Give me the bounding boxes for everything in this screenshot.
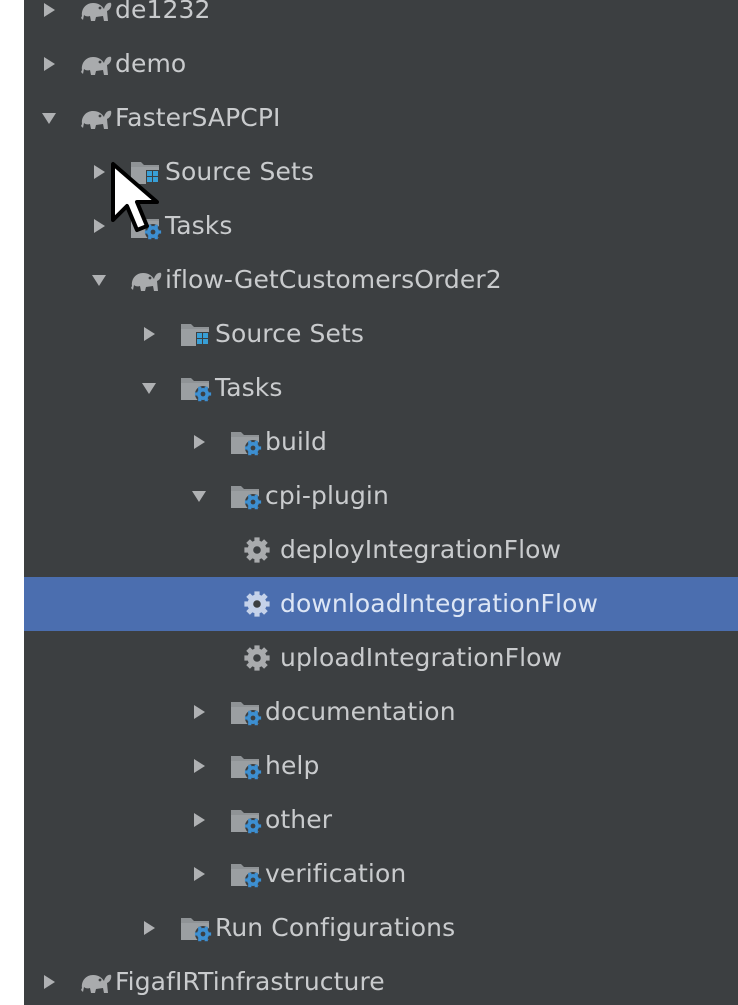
tree-node-label: deployIntegrationFlow [280, 535, 562, 564]
tree-node[interactable]: help [24, 739, 738, 793]
task-item[interactable]: uploadIntegrationFlow [24, 631, 738, 685]
tree-node-label: help [265, 751, 320, 780]
gear-icon [242, 534, 272, 566]
tree-node-label: downloadIntegrationFlow [280, 589, 599, 618]
chevron-down-icon[interactable] [88, 253, 110, 307]
tree-node[interactable]: demo [24, 37, 738, 91]
tasks-folder-icon [229, 858, 263, 890]
tree-node-label: Source Sets [215, 319, 364, 348]
tree-node[interactable]: verification [24, 847, 738, 901]
chevron-right-icon[interactable] [38, 37, 60, 91]
tree-node[interactable]: Tasks [24, 199, 738, 253]
tasks-folder-icon [229, 696, 263, 728]
tasks-folder-icon [229, 750, 263, 782]
tree-node-label: Tasks [215, 373, 283, 402]
task-item[interactable]: deployIntegrationFlow [24, 523, 738, 577]
gradle-tool-window: de1232 demo FasterSAPCPI Source Sets Tasks if… [24, 0, 738, 1005]
tasks-folder-icon [129, 210, 163, 242]
gradle-elephant-icon [79, 102, 113, 134]
tree-node[interactable]: FasterSAPCPI [24, 91, 738, 145]
chevron-down-icon[interactable] [138, 361, 160, 415]
tree-node-label: de1232 [115, 0, 211, 24]
chevron-right-icon[interactable] [188, 793, 210, 847]
tree-node-label: verification [265, 859, 407, 888]
tree-node[interactable]: Source Sets [24, 307, 738, 361]
tasks-folder-icon [229, 480, 263, 512]
chevron-right-icon[interactable] [88, 145, 110, 199]
tree-node-label: iflow-GetCustomersOrder2 [165, 265, 502, 294]
tree-node-label: build [265, 427, 327, 456]
chevron-right-icon[interactable] [38, 955, 60, 1005]
chevron-right-icon[interactable] [188, 739, 210, 793]
tree-node[interactable]: other [24, 793, 738, 847]
tree-node-label: documentation [265, 697, 456, 726]
tree-node[interactable]: FigafIRTinfrastructure [24, 955, 738, 1005]
tree-node[interactable]: de1232 [24, 0, 738, 37]
gear-icon [242, 588, 272, 620]
run-configurations-folder-icon [179, 912, 213, 944]
tree-node[interactable]: documentation [24, 685, 738, 739]
tree-node[interactable]: Tasks [24, 361, 738, 415]
tree-node-label: demo [115, 49, 187, 78]
tree-node-label: other [265, 805, 333, 834]
tree-node[interactable]: Source Sets [24, 145, 738, 199]
tasks-folder-icon [179, 372, 213, 404]
tree-node-label: cpi-plugin [265, 481, 389, 510]
chevron-right-icon[interactable] [188, 847, 210, 901]
chevron-right-icon[interactable] [88, 199, 110, 253]
tree-node-label: FigafIRTinfrastructure [115, 967, 385, 996]
chevron-right-icon[interactable] [138, 307, 160, 361]
tree-node[interactable]: cpi-plugin [24, 469, 738, 523]
tree-node-label: uploadIntegrationFlow [280, 643, 563, 672]
chevron-down-icon[interactable] [188, 469, 210, 523]
chevron-right-icon[interactable] [38, 0, 60, 37]
tasks-folder-icon [229, 804, 263, 836]
chevron-right-icon[interactable] [188, 685, 210, 739]
gear-icon [242, 642, 272, 674]
tree-node-label: Tasks [165, 211, 233, 240]
tree-node[interactable]: iflow-GetCustomersOrder2 [24, 253, 738, 307]
tree-node-label: Source Sets [165, 157, 314, 186]
tree-node[interactable]: Run Configurations [24, 901, 738, 955]
tasks-folder-icon [229, 426, 263, 458]
chevron-right-icon[interactable] [188, 415, 210, 469]
gradle-elephant-icon [79, 966, 113, 998]
gradle-elephant-icon [79, 0, 113, 26]
tree-node-label: Run Configurations [215, 913, 456, 942]
tree-node-label: FasterSAPCPI [115, 103, 281, 132]
gradle-elephant-icon [79, 48, 113, 80]
source-sets-folder-icon [129, 156, 163, 188]
chevron-right-icon[interactable] [138, 901, 160, 955]
tree-node[interactable]: build [24, 415, 738, 469]
gradle-elephant-icon [129, 264, 163, 296]
source-sets-folder-icon [179, 318, 213, 350]
chevron-down-icon[interactable] [38, 91, 60, 145]
task-item[interactable]: downloadIntegrationFlow [24, 577, 738, 631]
